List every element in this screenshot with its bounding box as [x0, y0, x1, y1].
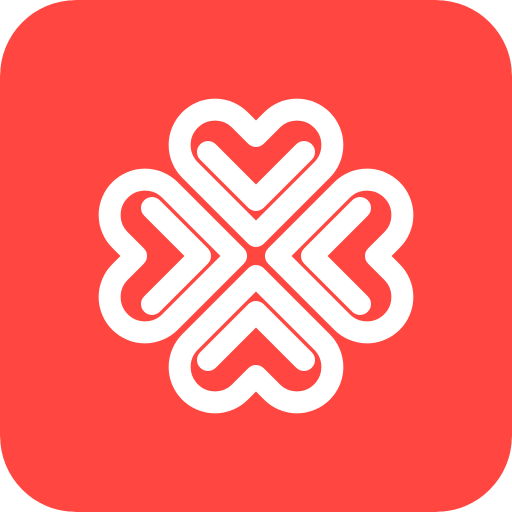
app-icon-stage — [0, 0, 512, 512]
app-icon[interactable] — [0, 0, 512, 512]
app-icon-graphic — [0, 0, 512, 512]
app-icon-background — [0, 0, 512, 512]
